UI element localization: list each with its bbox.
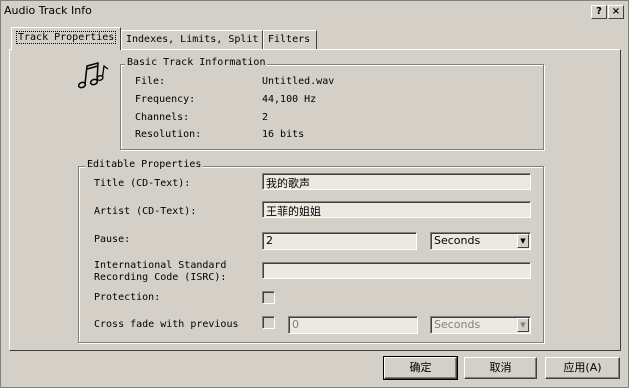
channels-value: 2 <box>262 112 269 123</box>
crossfade-unit-value: Seconds <box>434 318 481 331</box>
title-bar <box>0 0 627 22</box>
tab-label: Track Properties <box>16 31 117 44</box>
crossfade-checkbox[interactable] <box>262 316 275 329</box>
file-label: File: <box>135 76 166 87</box>
crossfade-unit-select: Seconds ▼ <box>430 316 531 334</box>
file-value: Untitled.wav <box>262 76 335 87</box>
title-label: Title (CD-Text): <box>94 178 191 189</box>
tab-label: Indexes, Limits, Split <box>126 34 259 45</box>
channels-label: Channels: <box>135 112 190 123</box>
isrc-label-line1: International Standard <box>94 260 227 271</box>
music-notes-icon <box>77 62 109 89</box>
close-button[interactable]: × <box>608 5 624 19</box>
isrc-input[interactable] <box>262 262 531 279</box>
tab-label: Filters <box>268 34 311 45</box>
crossfade-input: 0 <box>288 316 418 334</box>
tab-indexes-limits-split[interactable]: Indexes, Limits, Split <box>121 30 263 49</box>
artist-input[interactable]: 王菲的姐姐 <box>262 201 531 218</box>
pause-unit-value: Seconds <box>434 234 481 247</box>
resolution-label: Resolution: <box>135 129 202 140</box>
chevron-down-icon: ▼ <box>517 318 529 332</box>
pause-label: Pause: <box>94 234 131 245</box>
cancel-button[interactable]: 取消 <box>464 357 537 379</box>
tab-filters[interactable]: Filters <box>263 30 317 49</box>
resolution-value: 16 bits <box>262 129 305 140</box>
protection-checkbox[interactable] <box>262 291 275 304</box>
basic-info-legend: Basic Track Information <box>125 57 268 68</box>
frequency-value: 44,100 Hz <box>262 94 317 105</box>
help-button[interactable]: ? <box>591 5 607 19</box>
tab-track-properties[interactable]: Track Properties <box>11 27 121 50</box>
frequency-label: Frequency: <box>135 94 196 105</box>
artist-label: Artist (CD-Text): <box>94 206 197 217</box>
pause-input[interactable]: 2 <box>262 232 417 250</box>
pause-unit-select[interactable]: Seconds ▼ <box>430 232 531 250</box>
isrc-label-line2: Recording Code (ISRC): <box>94 272 227 283</box>
protection-label: Protection: <box>94 292 161 303</box>
ok-button[interactable]: 确定 <box>383 356 458 380</box>
editable-properties-legend: Editable Properties <box>85 159 204 170</box>
apply-button[interactable]: 应用(A) <box>545 357 620 379</box>
crossfade-label: Cross fade with previous <box>94 319 239 330</box>
window-title: Audio Track Info <box>4 4 92 17</box>
title-input[interactable]: 我的歌声 <box>262 173 531 190</box>
chevron-down-icon[interactable]: ▼ <box>517 234 529 248</box>
